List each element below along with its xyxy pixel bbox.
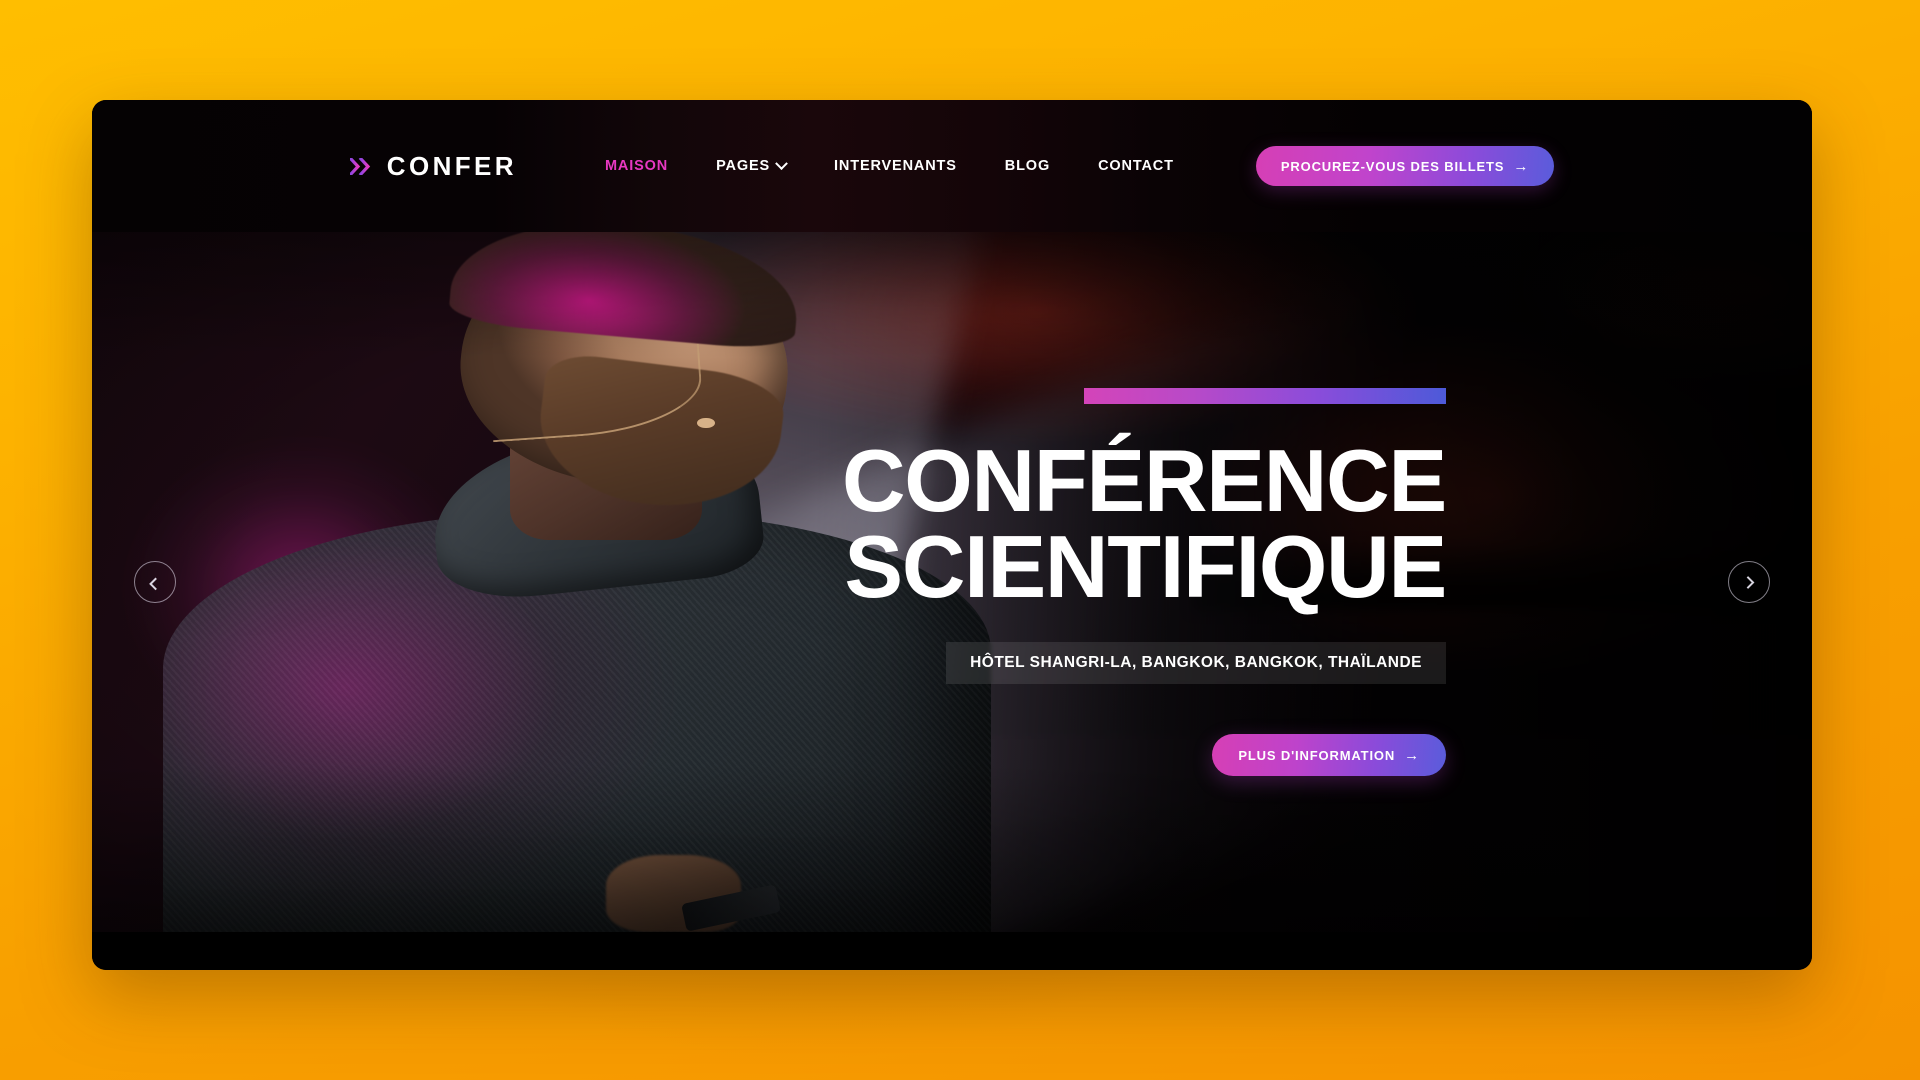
carousel-prev-button[interactable]	[134, 561, 176, 603]
nav-item-contact[interactable]: CONTACT	[1074, 158, 1198, 174]
hero-content: CONFÉRENCE SCIENTIFIQUE HÔTEL SHANGRI-LA…	[841, 232, 1447, 932]
hero-venue-bar: HÔTEL SHANGRI-LA, BANGKOK, BANGKOK, THAÏ…	[946, 642, 1446, 685]
double-chevron-right-icon	[349, 157, 376, 175]
hero-title-line-1: CONFÉRENCE	[841, 430, 1447, 530]
nav-item-maison[interactable]: MAISON	[581, 158, 692, 174]
nav-item-label: CONTACT	[1098, 158, 1174, 174]
site-preview-card: CONFER MAISON PAGES INTERVENANTS BLOG CO…	[92, 100, 1812, 970]
more-information-label: PLUS D'INFORMATION	[1238, 747, 1396, 763]
nav-links: MAISON PAGES INTERVENANTS BLOG CONTACT	[581, 156, 1198, 174]
card-footer-strip	[92, 932, 1812, 970]
nav-item-label: PAGES	[716, 158, 771, 174]
nav-item-blog[interactable]: BLOG	[981, 158, 1074, 174]
chevron-left-icon	[148, 577, 162, 590]
more-information-button[interactable]: PLUS D'INFORMATION →	[1212, 734, 1446, 777]
chevron-down-icon	[775, 156, 788, 170]
hero-title-line-2: SCIENTIFIQUE	[844, 517, 1447, 616]
buy-tickets-button[interactable]: PROCUREZ-VOUS DES BILLETS →	[1255, 146, 1555, 186]
nav-item-label: MAISON	[604, 158, 669, 174]
site-navbar: CONFER MAISON PAGES INTERVENANTS BLOG CO…	[92, 100, 1812, 232]
nav-item-intervenants[interactable]: INTERVENANTS	[810, 158, 981, 174]
arrow-right-icon: →	[1513, 157, 1530, 175]
brand-logo[interactable]: CONFER	[349, 150, 517, 182]
hero-title: CONFÉRENCE SCIENTIFIQUE	[841, 430, 1447, 616]
brand-name: CONFER	[386, 150, 517, 181]
nav-item-label: BLOG	[1004, 158, 1051, 174]
hero-accent-bar	[1084, 387, 1446, 404]
nav-item-pages[interactable]: PAGES	[692, 156, 810, 174]
hero-slider: CONFÉRENCE SCIENTIFIQUE HÔTEL SHANGRI-LA…	[92, 232, 1812, 932]
nav-item-label: INTERVENANTS	[834, 158, 957, 174]
chevron-right-icon	[1741, 575, 1754, 589]
arrow-right-icon: →	[1404, 746, 1420, 764]
buy-tickets-label: PROCUREZ-VOUS DES BILLETS	[1280, 158, 1505, 174]
carousel-next-button[interactable]	[1728, 561, 1770, 603]
